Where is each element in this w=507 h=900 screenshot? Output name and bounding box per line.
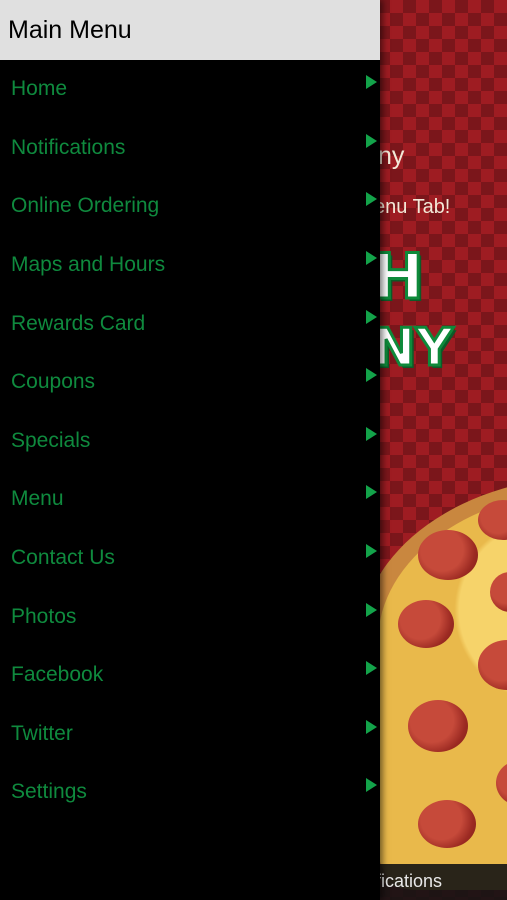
triangle-right-icon <box>366 251 377 266</box>
menu-item-label: Online Ordering <box>11 194 160 218</box>
menu-item-online-ordering[interactable]: Online Ordering <box>0 177 380 236</box>
menu-item-label: Photos <box>11 604 77 628</box>
background-subheading-text: enu Tab! <box>374 196 451 218</box>
triangle-right-icon <box>366 426 377 441</box>
menu-item-label: Settings <box>11 780 87 804</box>
triangle-right-icon <box>366 602 377 617</box>
background-tab-label: fications <box>376 871 443 891</box>
pizza-image <box>360 476 507 890</box>
menu-item-notifications[interactable]: Notifications <box>0 119 380 178</box>
menu-item-photos[interactable]: Photos <box>0 587 380 646</box>
menu-item-specials[interactable]: Specials <box>0 412 380 471</box>
menu-item-label: Notifications <box>11 135 126 159</box>
triangle-right-icon <box>366 192 377 207</box>
menu-item-settings[interactable]: Settings <box>0 763 380 822</box>
menu-item-coupons[interactable]: Coupons <box>0 353 380 412</box>
menu-item-contact-us[interactable]: Contact Us <box>0 529 380 588</box>
triangle-right-icon <box>366 661 377 676</box>
menu-item-label: Home <box>11 77 68 101</box>
menu-item-facebook[interactable]: Facebook <box>0 646 380 705</box>
main-menu-drawer: Main Menu Home Notifications Online Orde… <box>0 0 380 900</box>
menu-item-label: Menu <box>11 487 64 511</box>
menu-item-label: Contact Us <box>11 546 115 570</box>
drawer-header: Main Menu <box>0 0 380 60</box>
menu-item-label: Facebook <box>11 663 104 687</box>
menu-item-label: Rewards Card <box>11 311 146 335</box>
triangle-right-icon <box>366 778 377 793</box>
triangle-right-icon <box>366 368 377 383</box>
triangle-right-icon <box>366 719 377 734</box>
triangle-right-icon <box>366 309 377 324</box>
background-heading-text: ny <box>378 142 405 170</box>
triangle-right-icon <box>366 485 377 500</box>
menu-item-label: Coupons <box>11 370 96 394</box>
triangle-right-icon <box>366 75 377 90</box>
menu-item-menu[interactable]: Menu <box>0 470 380 529</box>
menu-item-home[interactable]: Home <box>0 60 380 119</box>
menu-item-rewards-card[interactable]: Rewards Card <box>0 294 380 353</box>
menu-list: Home Notifications Online Ordering Maps … <box>0 60 380 822</box>
background-logo-line2: NY <box>370 317 454 380</box>
menu-item-label: Twitter <box>11 721 73 745</box>
menu-item-label: Specials <box>11 428 91 452</box>
menu-item-twitter[interactable]: Twitter <box>0 705 380 764</box>
triangle-right-icon <box>366 133 377 148</box>
triangle-right-icon <box>366 544 377 559</box>
drawer-title: Main Menu <box>8 15 132 44</box>
menu-item-maps-and-hours[interactable]: Maps and Hours <box>0 236 380 295</box>
menu-item-label: Maps and Hours <box>11 253 166 277</box>
